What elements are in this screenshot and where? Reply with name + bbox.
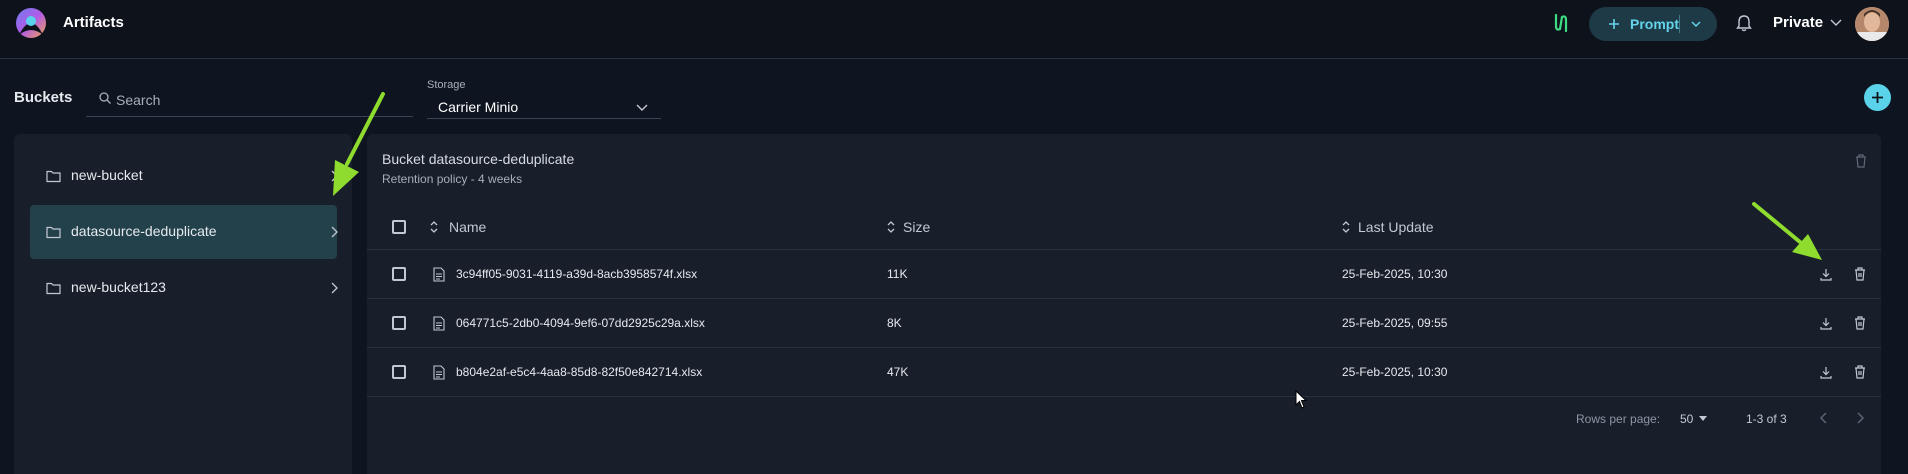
project-selector-label[interactable]: Private [1773,14,1823,31]
file-last-update: 25-Feb-2025, 10:30 [1342,365,1448,379]
bucket-name: new-bucket123 [71,279,166,295]
storage-caption: Storage [427,79,466,91]
folder-icon [46,226,61,239]
delete-bucket-icon[interactable] [1854,153,1868,169]
top-bar: Artifacts Prompt Private [0,0,1908,59]
page-range: 1-3 of 3 [1746,412,1787,426]
row-checkbox[interactable] [392,365,406,379]
file-size: 47K [887,365,909,379]
column-name-header[interactable]: Name [449,219,486,235]
trash-icon[interactable] [1853,364,1867,380]
table-row[interactable]: b804e2af-e5c4-4aa8-85d8-82f50e842714.xls… [367,348,1881,397]
bucket-name: new-bucket [71,167,143,183]
rows-per-page-label: Rows per page: [1576,412,1661,426]
chevron-left-icon[interactable] [1817,411,1831,425]
file-icon [433,267,445,282]
bucket-title: Bucket datasource-deduplicate [382,151,575,167]
file-size: 11K [887,267,908,281]
sort-icon[interactable] [1341,220,1351,234]
file-last-update: 25-Feb-2025, 10:30 [1342,267,1448,281]
storage-value: Carrier Minio [438,99,519,115]
sort-icon[interactable] [429,220,439,234]
file-name: 064771c5-2db0-4094-9ef6-07dd2925c29a.xls… [456,316,705,330]
chevron-down-icon[interactable] [1689,17,1703,31]
file-icon [433,365,445,380]
file-name: 3c94ff05-9031-4119-a39d-8acb3958574f.xls… [456,267,698,281]
add-bucket-button[interactable] [1864,84,1891,111]
prompt-label: Prompt [1630,16,1679,32]
plus-icon [1872,92,1883,103]
row-checkbox[interactable] [392,316,406,330]
chevron-right-icon[interactable] [1853,411,1867,425]
row-checkbox[interactable] [392,267,406,281]
caret-down-icon[interactable] [1697,413,1709,423]
bucket-detail-panel: Bucket datasource-deduplicate Retention … [367,134,1881,474]
table-row[interactable]: 064771c5-2db0-4094-9ef6-07dd2925c29a.xls… [367,299,1881,348]
trash-icon[interactable] [1853,315,1867,331]
bucket-list: new-bucket datasource-deduplicate new-bu… [14,134,352,474]
prompt-button[interactable]: Prompt [1589,7,1717,41]
buckets-label: Buckets [14,89,73,106]
retention-policy: Retention policy - 4 weeks [382,172,523,186]
bucket-item-selected[interactable]: datasource-deduplicate [30,205,338,259]
bucket-item[interactable]: new-bucket123 [30,261,338,315]
file-name: b804e2af-e5c4-4aa8-85d8-82f50e842714.xls… [456,365,703,379]
chevron-right-icon [331,226,338,238]
download-icon[interactable] [1819,316,1833,330]
file-icon [433,316,445,331]
select-all-checkbox[interactable] [392,220,406,234]
file-size: 8K [887,316,902,330]
avatar[interactable] [1855,7,1889,41]
bucket-item[interactable]: new-bucket [30,149,338,203]
search-icon [99,92,111,104]
plus-icon [1609,19,1619,29]
table-row[interactable]: 3c94ff05-9031-4119-a39d-8acb3958574f.xls… [367,250,1881,299]
chevron-right-icon [331,282,338,294]
bucket-search[interactable] [86,83,413,117]
trash-icon[interactable] [1853,266,1867,282]
download-icon[interactable] [1819,365,1833,379]
sort-icon[interactable] [886,220,896,234]
chevron-down-icon[interactable] [1829,15,1843,29]
chevron-right-icon [331,170,338,182]
file-last-update: 25-Feb-2025, 09:55 [1342,316,1448,330]
chevron-down-icon [636,104,648,111]
pagination: Rows per page: 50 1-3 of 3 [367,407,1881,431]
search-input[interactable] [116,87,406,113]
storage-select[interactable]: Carrier Minio [427,95,661,119]
rows-per-page-select[interactable]: 50 [1680,412,1693,426]
prompt-divider [1679,15,1680,33]
bell-icon[interactable] [1735,14,1753,32]
mouse-cursor-icon [1295,390,1308,409]
app-logo-icon[interactable] [13,7,49,41]
bucket-name: datasource-deduplicate [71,223,217,239]
app-title: Artifacts [63,14,124,31]
flow-icon[interactable] [1550,12,1572,34]
folder-icon [46,170,61,183]
table-header: Name Size Last Update [367,204,1881,250]
column-last-update-header[interactable]: Last Update [1358,219,1434,235]
folder-icon [46,282,61,295]
column-size-header[interactable]: Size [903,219,930,235]
download-icon[interactable] [1819,267,1833,281]
